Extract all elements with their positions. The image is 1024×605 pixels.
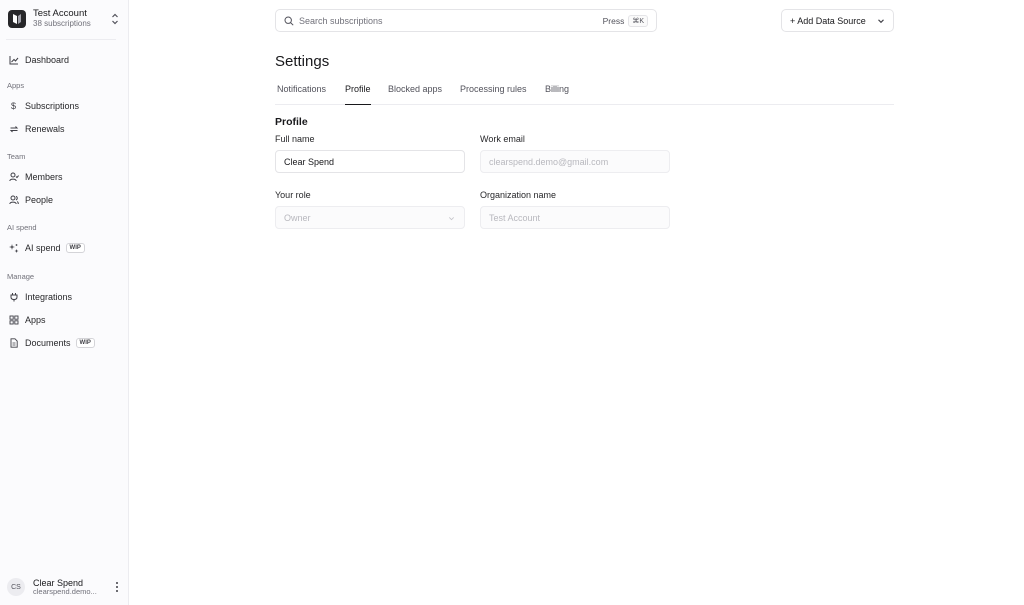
profile-section-title: Profile [275, 116, 308, 128]
search-input[interactable]: Search subscriptions Press ⌘K [275, 9, 657, 32]
account-subtitle: 38 subscriptions [33, 18, 91, 28]
sidebar-item-label: AI spend [25, 243, 61, 253]
organization-label: Organization name [480, 190, 557, 200]
sidebar-item-integrations[interactable]: Integrations [6, 288, 122, 306]
sidebar-item-label: Integrations [25, 292, 73, 302]
sidebar-item-label: People [25, 195, 54, 205]
kebab-icon[interactable] [114, 581, 120, 593]
dollar-icon: $ [10, 101, 16, 111]
full-name-field[interactable]: Clear Spend [275, 150, 465, 173]
organization-value: Test Account [489, 212, 541, 223]
sidebar-item-label: Members [25, 172, 63, 182]
tab-blocked-apps[interactable]: Blocked apps [388, 84, 442, 105]
work-email-field: clearspend.demo@gmail.com [480, 150, 670, 173]
avatar: CS [7, 578, 25, 596]
section-manage: Manage [7, 272, 35, 281]
role-value: Owner [284, 212, 311, 223]
search-icon [284, 15, 294, 26]
plug-icon [8, 292, 19, 303]
people-icon [8, 195, 19, 206]
tab-processing-rules[interactable]: Processing rules [460, 84, 527, 105]
tab-billing[interactable]: Billing [545, 84, 569, 105]
wip-badge: WIP [65, 243, 85, 253]
chart-line-icon [8, 55, 19, 66]
account-logo [8, 10, 26, 28]
press-label: Press [602, 16, 625, 26]
sidebar-item-members[interactable]: Members [6, 168, 122, 186]
logo-icon [13, 14, 21, 24]
add-data-source-label: + Add Data Source [790, 15, 866, 26]
full-name-label: Full name [275, 134, 315, 144]
role-label: Your role [275, 190, 311, 200]
document-icon [8, 338, 19, 349]
sidebar-divider [6, 39, 116, 40]
sidebar-item-subscriptions[interactable]: $ Subscriptions [6, 97, 122, 115]
sidebar: Test Account 38 subscriptions Dashboard … [0, 0, 129, 605]
grid-icon [8, 315, 19, 326]
sidebar-item-label: Documents [25, 338, 71, 348]
settings-tabs: Notifications Profile Blocked apps Proce… [275, 79, 894, 105]
sidebar-item-documents[interactable]: Documents WIP [6, 334, 122, 352]
sidebar-item-ai-spend[interactable]: AI spend WIP [6, 239, 122, 257]
work-email-value: clearspend.demo@gmail.com [489, 156, 609, 167]
section-team: Team [7, 152, 26, 161]
sidebar-item-renewals[interactable]: Renewals [6, 120, 122, 138]
refresh-icon [8, 124, 19, 135]
organization-field: Test Account [480, 206, 670, 229]
sidebar-item-people[interactable]: People [6, 191, 122, 209]
sidebar-item-label: Renewals [25, 124, 65, 134]
sidebar-item-label: Apps [25, 315, 46, 325]
full-name-value: Clear Spend [284, 156, 335, 167]
sidebar-item-apps[interactable]: Apps [6, 311, 122, 329]
sparkles-icon [8, 243, 19, 254]
page-title: Settings [275, 53, 330, 70]
add-data-source-button[interactable]: + Add Data Source [781, 9, 894, 32]
user-check-icon [8, 172, 19, 183]
sidebar-item-label: Dashboard [25, 55, 70, 65]
chevron-updown-icon[interactable] [110, 12, 120, 26]
chevron-down-icon [878, 19, 884, 24]
role-select: Owner [275, 206, 465, 229]
search-shortcut-hint: Press ⌘K [603, 15, 648, 27]
section-ai-spend: AI spend [7, 223, 37, 232]
account-switcher[interactable]: Test Account 38 subscriptions [6, 6, 122, 32]
user-menu[interactable]: CS Clear Spend clearspend.demo... [6, 575, 124, 599]
sidebar-item-label: Subscriptions [25, 101, 80, 111]
wip-badge: WIP [75, 338, 95, 348]
user-email: clearspend.demo... [33, 586, 97, 596]
shortcut-key: ⌘K [628, 15, 648, 27]
chevron-down-icon [449, 217, 454, 221]
section-apps: Apps [7, 81, 25, 90]
tab-profile[interactable]: Profile [345, 84, 371, 105]
search-placeholder: Search subscriptions [299, 15, 383, 26]
sidebar-item-dashboard[interactable]: Dashboard [6, 51, 122, 69]
work-email-label: Work email [480, 134, 525, 144]
tab-notifications[interactable]: Notifications [277, 84, 326, 105]
